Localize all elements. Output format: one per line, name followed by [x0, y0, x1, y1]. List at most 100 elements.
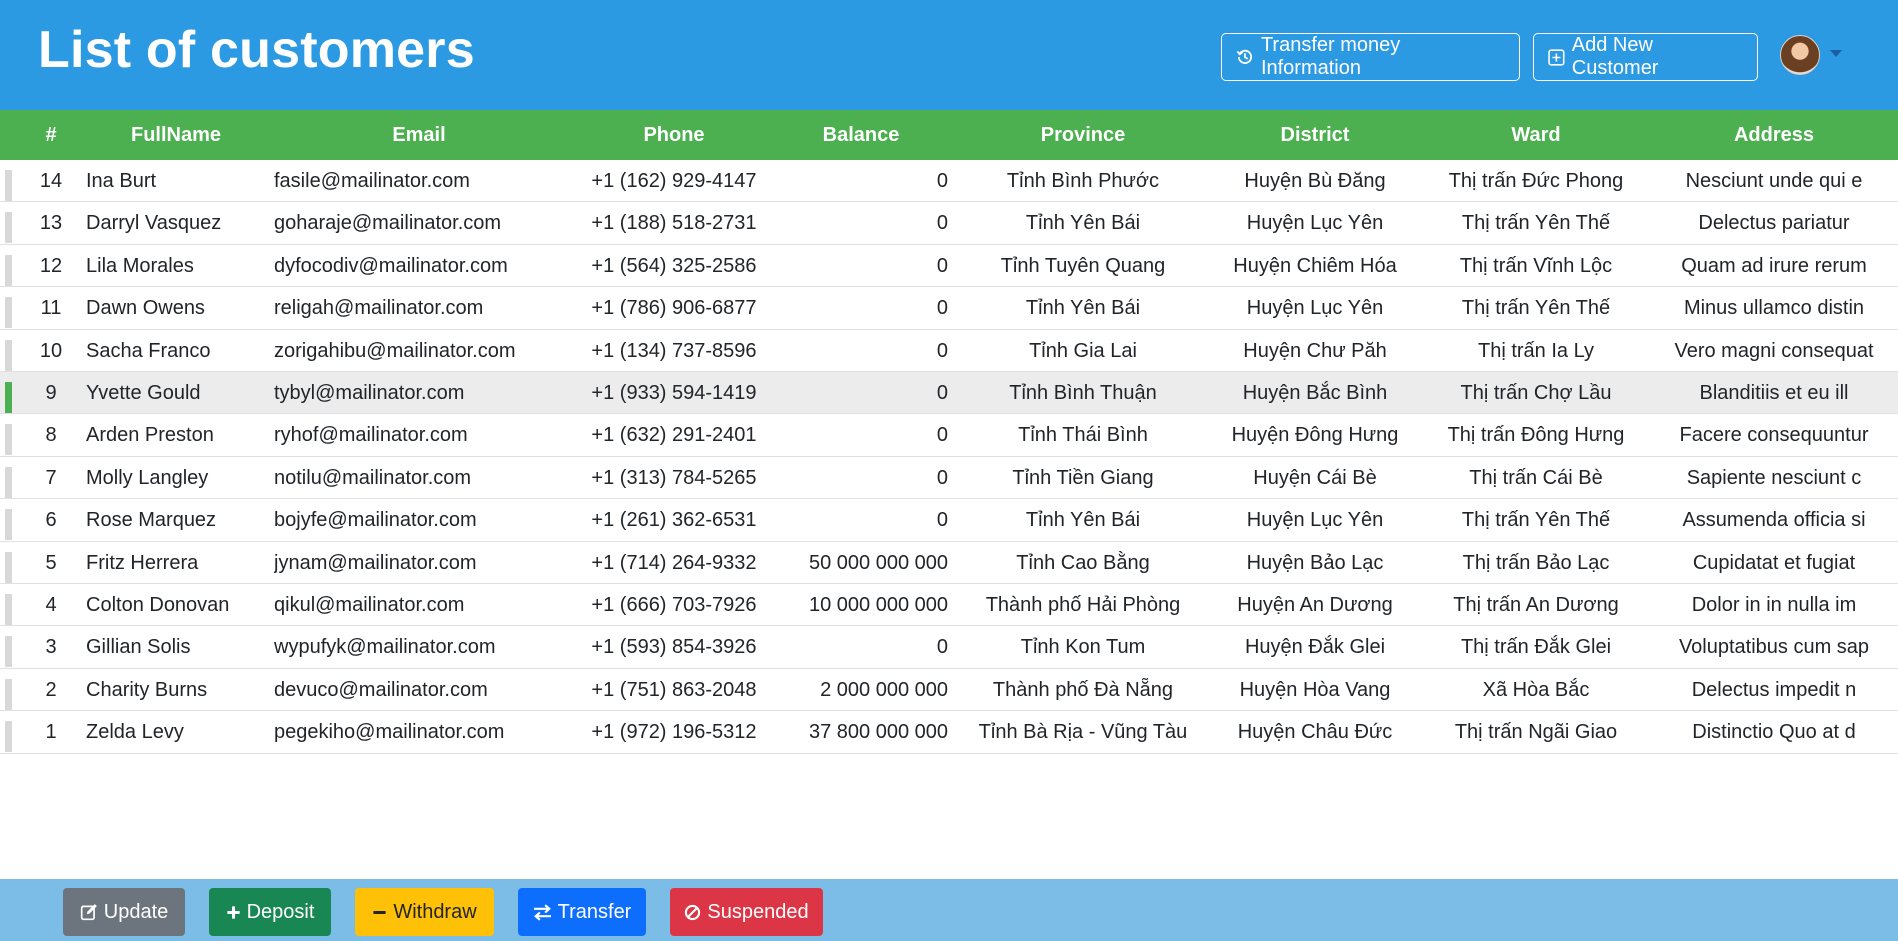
cell-phone: +1 (564) 325-2586: [591, 255, 757, 277]
cell-number: 12: [39, 255, 63, 277]
cell-number: 4: [45, 594, 57, 616]
cell-district: Huyện Cái Bè: [1253, 467, 1377, 489]
cell-balance: 2 000 000 000: [820, 679, 948, 701]
cell-email: notilu@mailinator.com: [274, 467, 472, 489]
table-row[interactable]: 10 Sacha Franco zorigahibu@mailinator.com +…: [0, 330, 1898, 372]
table-row[interactable]: 3 Gillian Solis wypufyk@mailinator.com +1 (…: [0, 626, 1898, 669]
table-row[interactable]: 8 Arden Preston ryhof@mailinator.com +1 (63…: [0, 414, 1898, 457]
cell-phone: +1 (632) 291-2401: [591, 424, 757, 446]
cell-fullname: Yvette Gould: [86, 382, 201, 404]
cell-ward: Thị trấn Cái Bè: [1469, 467, 1603, 489]
cell-phone: +1 (188) 518-2731: [591, 212, 757, 234]
cell-address: Delectus pariatur: [1698, 212, 1850, 234]
cell-province: Tỉnh Bình Phước: [1006, 170, 1160, 192]
exchange-icon: [533, 903, 551, 921]
row-selection-indicator: [5, 212, 12, 243]
cell-email: zorigahibu@mailinator.com: [274, 340, 516, 362]
cell-address: Cupidatat et fugiat: [1692, 552, 1856, 574]
suspended-button[interactable]: Suspended: [670, 888, 823, 936]
chevron-down-icon[interactable]: [1830, 50, 1842, 57]
cell-email: religah@mailinator.com: [274, 297, 484, 319]
update-button[interactable]: Update: [63, 888, 185, 936]
cell-fullname: Sacha Franco: [86, 340, 211, 362]
action-toolbar: Update Deposit Withdraw Transfer Suspend…: [0, 879, 1898, 941]
update-label: Update: [103, 900, 169, 923]
cell-district: Huyện Lục Yên: [1246, 509, 1384, 531]
table-row[interactable]: 2 Charity Burns devuco@mailinator.com +1 (7…: [0, 669, 1898, 711]
cell-district: Huyện Bắc Bình: [1242, 382, 1388, 404]
cell-fullname: Arden Preston: [86, 424, 214, 446]
add-new-customer-button[interactable]: Add New Customer: [1533, 33, 1758, 81]
cell-phone: +1 (313) 784-5265: [591, 467, 757, 489]
cell-district: Huyện Lục Yên: [1246, 212, 1384, 234]
cell-address: Assumenda officia si: [1682, 509, 1866, 531]
cell-phone: +1 (134) 737-8596: [591, 340, 757, 362]
cell-number: 9: [45, 382, 57, 404]
column-header-province: Province: [1040, 124, 1126, 146]
column-header-balance: Balance: [822, 124, 900, 146]
page-header: List of customers Transfer money Informa…: [0, 0, 1898, 110]
table-row[interactable]: 13 Darryl Vasquez goharaje@mailinator.com +…: [0, 202, 1898, 245]
deposit-button[interactable]: Deposit: [209, 888, 331, 936]
row-selection-indicator: [5, 382, 12, 413]
column-header-number: #: [45, 124, 57, 146]
cell-address: Vero magni consequat: [1674, 340, 1874, 362]
cell-number: 2: [45, 679, 57, 701]
row-selection-indicator: [5, 255, 12, 286]
cell-province: Thành phố Hải Phòng: [985, 594, 1181, 616]
cell-province: Tỉnh Bà Rịa - Vũng Tàu: [978, 721, 1188, 743]
cell-ward: Thị trấn Chợ Lầu: [1460, 382, 1612, 404]
cell-balance: 0: [936, 212, 948, 234]
table-row[interactable]: 1 Zelda Levy pegekiho@mailinator.com +1 (97…: [0, 711, 1898, 754]
cell-province: Tỉnh Yên Bái: [1025, 212, 1141, 234]
withdraw-button[interactable]: Withdraw: [355, 888, 494, 936]
table-row[interactable]: 9 Yvette Gould tybyl@mailinator.com +1 (933…: [0, 372, 1898, 414]
cell-province: Tỉnh Tiền Giang: [1012, 467, 1154, 489]
add-new-customer-label: Add New Customer: [1571, 34, 1659, 79]
cell-province: Tỉnh Yên Bái: [1025, 297, 1141, 319]
cell-phone: +1 (933) 594-1419: [591, 382, 757, 404]
cell-ward: Thị trấn Vĩnh Lộc: [1459, 255, 1613, 277]
edit-icon: [80, 904, 97, 921]
row-selection-indicator: [5, 721, 12, 752]
transfer-money-information-button[interactable]: Transfer money Information: [1221, 33, 1520, 81]
column-header-district: District: [1280, 124, 1350, 146]
column-header-email: Email: [392, 124, 446, 146]
transfer-button[interactable]: Transfer: [518, 888, 646, 936]
cell-address: Facere consequuntur: [1679, 424, 1869, 446]
cell-fullname: Molly Langley: [86, 467, 209, 489]
cell-number: 6: [45, 509, 57, 531]
plus-icon: [227, 905, 240, 919]
cell-email: tybyl@mailinator.com: [274, 382, 465, 404]
withdraw-label: Withdraw: [393, 900, 477, 923]
cell-address: Quam ad irure rerum: [1681, 255, 1867, 277]
transfer-money-information-label: Transfer money Information: [1260, 34, 1401, 79]
cell-fullname: Rose Marquez: [86, 509, 217, 531]
cell-ward: Thị trấn Ngãi Giao: [1454, 721, 1618, 743]
cell-ward: Thị trấn Đông Hưng: [1447, 424, 1625, 446]
suspended-label: Suspended: [707, 900, 809, 923]
column-header-ward: Ward: [1511, 124, 1561, 146]
history-icon: [1236, 49, 1253, 64]
minus-icon: [373, 910, 386, 914]
row-selection-indicator: [5, 552, 12, 583]
table-row[interactable]: 14 Ina Burt fasile@mailinator.com +1 (162) …: [0, 160, 1898, 202]
cell-phone: +1 (261) 362-6531: [591, 509, 757, 531]
cell-balance: 50 000 000 000: [808, 552, 948, 574]
user-avatar[interactable]: [1780, 35, 1820, 75]
table-row[interactable]: 7 Molly Langley notilu@mailinator.com +1 (3…: [0, 457, 1898, 499]
row-selection-indicator: [5, 297, 12, 328]
table-row[interactable]: 4 Colton Donovan qikul@mailinator.com +1 (6…: [0, 584, 1898, 626]
table-row[interactable]: 12 Lila Morales dyfocodiv@mailinator.com +1…: [0, 245, 1898, 287]
table-row[interactable]: 6 Rose Marquez bojyfe@mailinator.com +1 (26…: [0, 499, 1898, 542]
cell-phone: +1 (972) 196-5312: [591, 721, 757, 743]
cell-number: 10: [39, 340, 63, 362]
cell-fullname: Ina Burt: [86, 170, 157, 192]
table-row[interactable]: 5 Fritz Herrera jynam@mailinator.com +1 (71…: [0, 542, 1898, 584]
transfer-label: Transfer: [557, 900, 632, 923]
cell-balance: 0: [936, 170, 948, 192]
table-row[interactable]: 11 Dawn Owens religah@mailinator.com +1 (78…: [0, 287, 1898, 330]
row-selection-indicator: [5, 340, 12, 371]
row-selection-indicator: [5, 679, 12, 710]
cell-address: Dolor in in nulla im: [1691, 594, 1857, 616]
